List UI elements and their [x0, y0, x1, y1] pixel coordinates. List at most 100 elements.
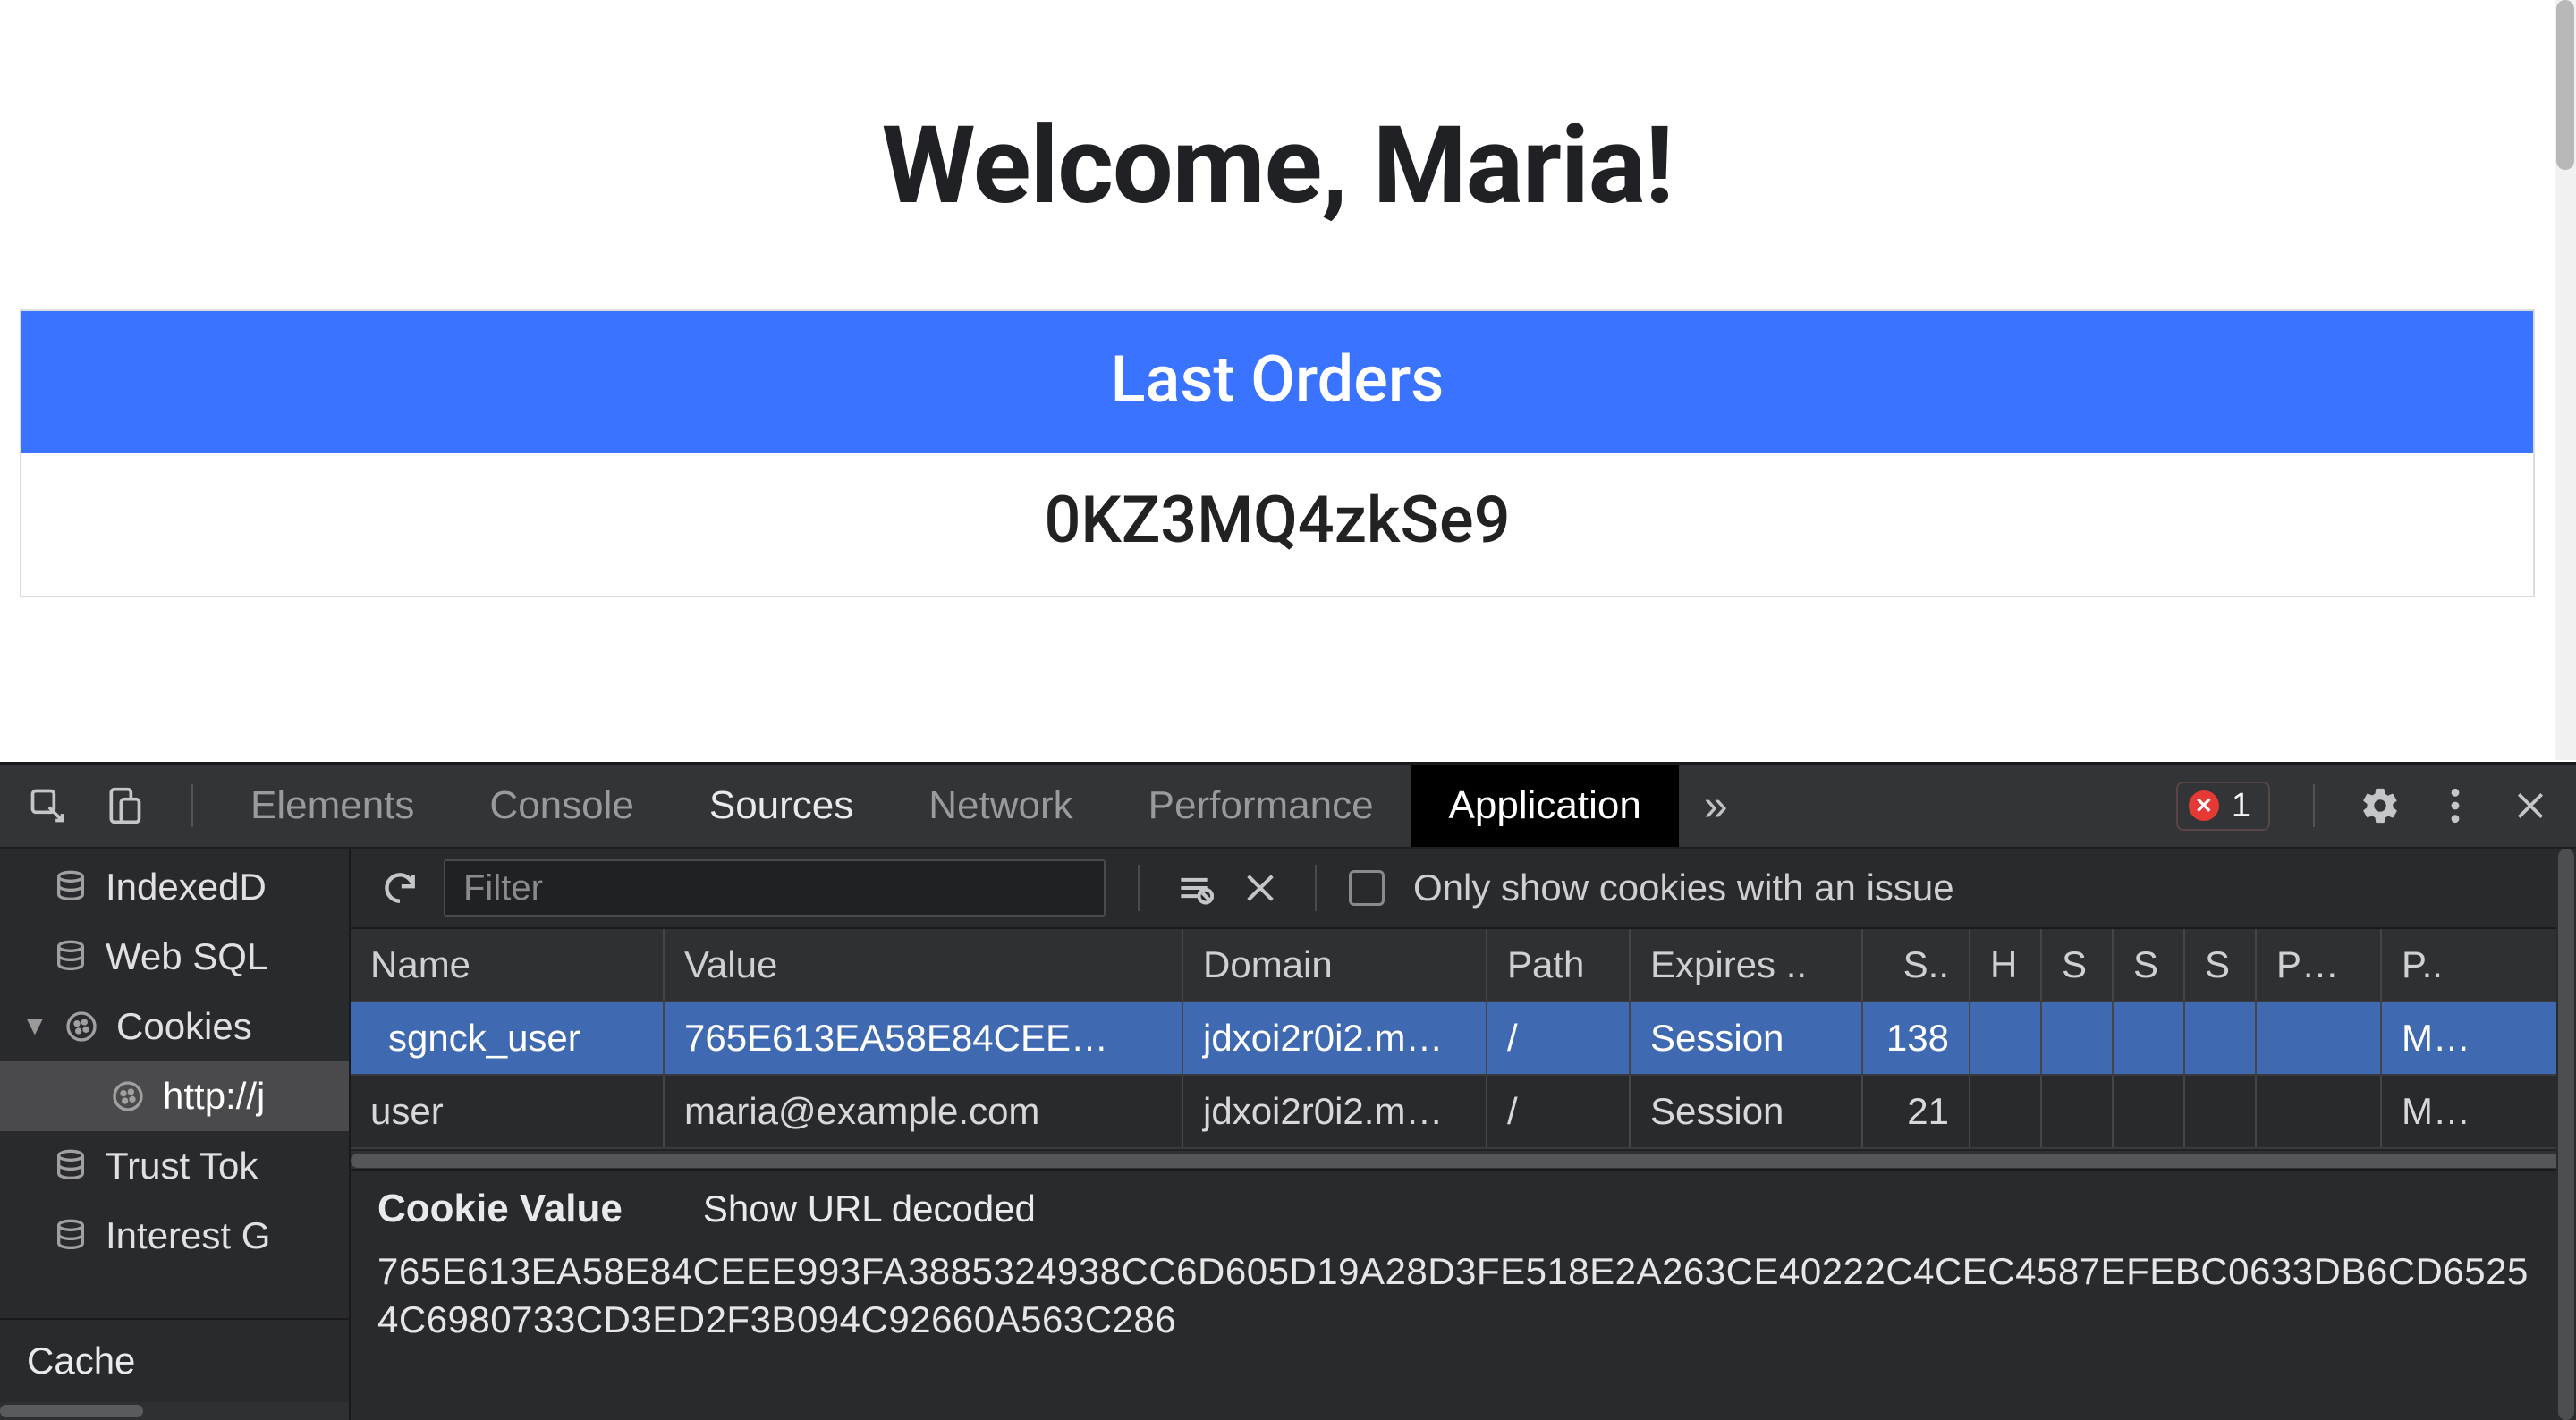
chevron-down-icon: ▼ [21, 1011, 45, 1042]
cell-size: 138 [1862, 1002, 1970, 1075]
cell-domain: jdxoi2r0i2.m… [1182, 1075, 1487, 1148]
sidebar-list: IndexedD Web SQL ▼ [0, 849, 349, 1318]
kebab-icon[interactable] [2433, 783, 2478, 828]
table-row[interactable]: usermaria@example.comjdxoi2r0i2.m…/Sessi… [351, 1075, 2575, 1148]
cell-domain: jdxoi2r0i2.m… [1182, 1002, 1487, 1075]
cookies-scrollbar[interactable] [351, 1149, 2576, 1169]
cell-name: sgnck_user [351, 1002, 664, 1075]
orders-panel: Last Orders 0KZ3MQ4zkSe9 [20, 309, 2535, 597]
sidebar-item-cookies-origin[interactable]: http://j [0, 1061, 349, 1131]
cookie-icon [107, 1076, 148, 1117]
col-partitionkey[interactable]: P… [2256, 929, 2381, 1002]
cell-value: maria@example.com [664, 1075, 1182, 1148]
cookies-toolbar: Only show cookies with an issue [351, 849, 2576, 929]
cell-h [1970, 1075, 2041, 1148]
show-url-decoded-checkbox[interactable] [646, 1192, 680, 1226]
sidebar-item-label: http://j [163, 1075, 265, 1118]
cookie-value-pane: Cookie Value Show URL decoded 765E613EA5… [351, 1169, 2576, 1369]
error-dot-icon: ✕ [2189, 790, 2219, 821]
sidebar-item-interest-groups[interactable]: Interest G [0, 1201, 349, 1271]
col-domain[interactable]: Domain [1182, 929, 1487, 1002]
divider [2313, 784, 2315, 827]
sidebar-section-cache[interactable]: Cache [0, 1318, 349, 1402]
tab-performance[interactable]: Performance [1111, 765, 1411, 847]
cell-p1 [2256, 1075, 2381, 1148]
col-path[interactable]: Path [1487, 929, 1630, 1002]
database-icon [50, 866, 91, 908]
inspect-icon[interactable] [25, 783, 70, 828]
tab-elements[interactable]: Elements [213, 765, 452, 847]
sidebar-item-websql[interactable]: Web SQL [0, 922, 349, 992]
only-issues-checkbox[interactable] [1349, 870, 1385, 906]
devtools-body: IndexedD Web SQL ▼ [0, 849, 2576, 1420]
cookie-value-header: Cookie Value Show URL decoded [377, 1187, 2549, 1231]
divider [1138, 865, 1140, 911]
page-title: Welcome, Maria! [0, 104, 2555, 229]
scrollbar-thumb[interactable] [2558, 849, 2574, 1420]
tab-console[interactable]: Console [452, 765, 671, 847]
tabbar-left-icons [0, 765, 206, 847]
cell-expires: Session [1630, 1002, 1862, 1075]
cell-path: / [1487, 1075, 1630, 1148]
refresh-icon[interactable] [377, 866, 422, 910]
cookies-table: Name Value Domain Path Expires .. S.. H … [351, 929, 2576, 1149]
cell-h [1970, 1002, 2041, 1075]
col-expires[interactable]: Expires .. [1630, 929, 1862, 1002]
cell-p2: M… [2381, 1075, 2575, 1148]
scrollbar-thumb[interactable] [351, 1154, 2576, 1168]
cell-path: / [1487, 1002, 1630, 1075]
col-name[interactable]: Name [351, 929, 664, 1002]
errors-count: 1 [2232, 787, 2250, 825]
filter-input[interactable] [444, 859, 1106, 917]
page-scrollbar[interactable] [2555, 0, 2576, 760]
cookies-table-wrap: Name Value Domain Path Expires .. S.. H … [351, 929, 2576, 1149]
col-sameparty[interactable]: S [2184, 929, 2256, 1002]
orders-header: Last Orders [21, 311, 2533, 453]
scrollbar-thumb[interactable] [0, 1405, 143, 1417]
show-url-decoded-label: Show URL decoded [703, 1188, 1036, 1230]
cookie-value-title: Cookie Value [377, 1187, 623, 1231]
table-row[interactable]: sgnck_user765E613EA58E84CEE…jdxoi2r0i2.m… [351, 1002, 2575, 1075]
order-id: 0KZ3MQ4zkSe9 [21, 453, 2533, 596]
cell-name: user [351, 1075, 664, 1148]
sidebar-item-label: IndexedD [106, 866, 267, 909]
gear-icon[interactable] [2358, 783, 2402, 828]
cookie-value-text[interactable]: 765E613EA58E84CEEE993FA3885324938CC6D605… [377, 1247, 2549, 1344]
col-samesite[interactable]: S [2113, 929, 2184, 1002]
clear-all-icon[interactable] [1172, 866, 1216, 910]
device-toggle-icon[interactable] [102, 783, 147, 828]
cookies-pane: Only show cookies with an issue Name Val… [351, 849, 2576, 1420]
close-icon[interactable] [2508, 783, 2553, 828]
tab-network[interactable]: Network [891, 765, 1110, 847]
errors-badge[interactable]: ✕ 1 [2176, 782, 2270, 831]
application-sidebar: IndexedD Web SQL ▼ [0, 849, 351, 1420]
sidebar-scrollbar[interactable] [0, 1402, 349, 1420]
cell-s2 [2113, 1075, 2184, 1148]
col-priority[interactable]: P.. [2381, 929, 2575, 1002]
cell-value: 765E613EA58E84CEE… [664, 1002, 1182, 1075]
delete-icon[interactable] [1238, 866, 1283, 910]
only-issues-label: Only show cookies with an issue [1413, 866, 1954, 909]
cookie-icon [61, 1006, 102, 1047]
cell-s3 [2184, 1075, 2256, 1148]
col-value[interactable]: Value [664, 929, 1182, 1002]
col-httponly[interactable]: H [1970, 929, 2041, 1002]
database-icon [50, 1145, 91, 1187]
cell-s1 [2041, 1075, 2113, 1148]
tabs-overflow[interactable]: » [1679, 782, 1753, 831]
divider [191, 784, 193, 827]
cell-p2: M… [2381, 1002, 2575, 1075]
scrollbar-thumb[interactable] [2556, 0, 2574, 170]
cell-size: 21 [1862, 1075, 1970, 1148]
col-size[interactable]: S.. [1862, 929, 1970, 1002]
table-header-row: Name Value Domain Path Expires .. S.. H … [351, 929, 2575, 1002]
main-scrollbar[interactable] [2556, 849, 2576, 1420]
tab-application[interactable]: Application [1411, 765, 1679, 847]
sidebar-item-trust-tokens[interactable]: Trust Tok [0, 1131, 349, 1201]
tabbar-right: ✕ 1 [2176, 765, 2576, 847]
sidebar-item-indexeddb[interactable]: IndexedD [0, 852, 349, 922]
col-secure[interactable]: S [2041, 929, 2113, 1002]
sidebar-item-cookies[interactable]: ▼ Cookies [0, 992, 349, 1061]
sidebar-item-label: Trust Tok [106, 1145, 258, 1188]
tab-sources[interactable]: Sources [672, 765, 891, 847]
